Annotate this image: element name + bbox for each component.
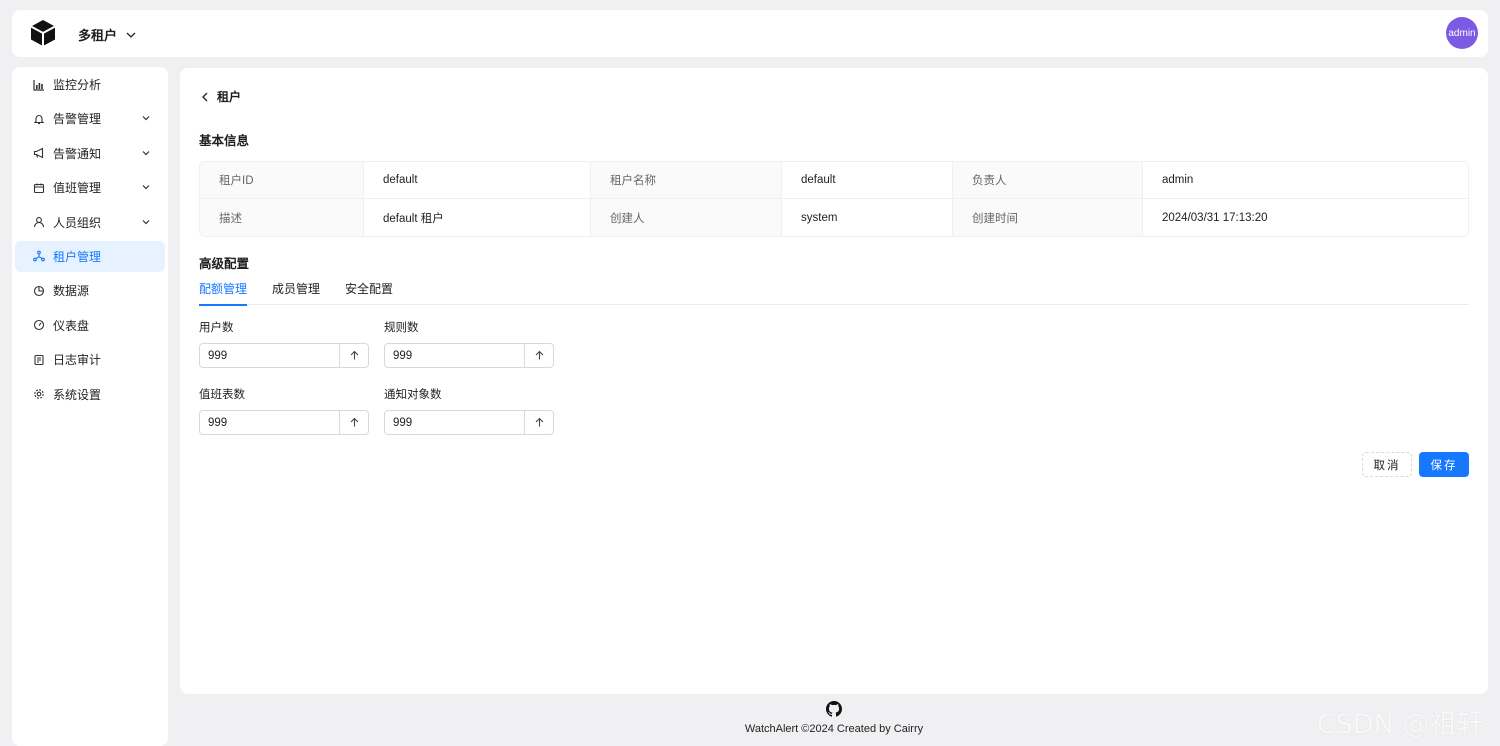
cluster-icon [32, 249, 46, 263]
rules-quota-field: 规则数 [384, 319, 554, 368]
arrow-up-icon [535, 417, 543, 427]
tab-quota[interactable]: 配额管理 [199, 280, 248, 306]
created-at-value: 2024/03/31 17:13:20 [1143, 199, 1468, 236]
chevron-down-icon [142, 150, 150, 156]
sidebar-item-audit[interactable]: 日志审计 [15, 344, 165, 375]
megaphone-icon [32, 146, 46, 160]
avatar[interactable]: admin [1446, 17, 1478, 49]
page-title: 租户 [217, 90, 242, 104]
tenant-id-label: 租户ID [200, 162, 364, 199]
users-quota-input[interactable] [200, 344, 339, 367]
sidebar-item-duty[interactable]: 值班管理 [15, 172, 165, 203]
owner-value: admin [1143, 162, 1468, 199]
chevron-down-icon [142, 116, 150, 121]
footer: WatchAlert ©2024 Created by Cairry [180, 698, 1488, 735]
table-row: 描述 default 租户 创建人 system 创建时间 2024/03/31… [200, 199, 1468, 236]
desc-value: default 租户 [364, 199, 591, 236]
rules-quota-input[interactable] [385, 344, 524, 367]
tenant-switch[interactable]: 多租户 [78, 25, 137, 44]
duty-quota-input-wrap [199, 410, 369, 435]
audit-icon [32, 353, 46, 367]
users-quota-label: 用户数 [199, 322, 234, 334]
dashboard-icon [32, 318, 46, 332]
creator-label: 创建人 [591, 199, 782, 236]
main-content: 租户 基本信息 租户ID default 租户名称 default 负责人 ad… [180, 68, 1488, 694]
table-row: 租户ID default 租户名称 default 负责人 admin [200, 162, 1468, 199]
sidebar-item-label: 仪表盘 [53, 318, 90, 333]
watermark: CSDN @祖轩. [1316, 709, 1492, 740]
increment-button[interactable] [339, 411, 368, 434]
basic-info-table: 租户ID default 租户名称 default 负责人 admin 描述 d… [199, 161, 1469, 237]
calendar-icon [32, 181, 46, 195]
sidebar-item-settings[interactable]: 系统设置 [15, 379, 165, 410]
rules-quota-input-wrap [384, 343, 554, 368]
arrow-up-icon [350, 350, 358, 360]
sidebar-item-label: 值班管理 [53, 181, 102, 196]
config-tabs: 配额管理 成员管理 安全配置 [199, 280, 1469, 306]
notice-quota-label: 通知对象数 [384, 389, 442, 401]
duty-quota-input[interactable] [200, 411, 339, 434]
chevron-down-icon [126, 32, 136, 38]
sidebar-item-label: 人员组织 [53, 215, 102, 230]
duty-quota-field: 值班表数 [199, 386, 369, 435]
increment-button[interactable] [524, 344, 553, 367]
tenant-switch-label: 多租户 [78, 28, 118, 43]
cancel-button[interactable]: 取消 [1362, 452, 1412, 477]
sidebar-item-label: 系统设置 [53, 387, 102, 402]
sidebar-item-tenants[interactable]: 租户管理 [15, 240, 165, 272]
sidebar-item-people[interactable]: 人员组织 [15, 207, 165, 238]
tenant-name-label: 租户名称 [591, 162, 782, 199]
footer-text: WatchAlert ©2024 Created by Cairry [744, 723, 924, 735]
chevron-left-icon [202, 92, 208, 101]
increment-button[interactable] [524, 411, 553, 434]
sidebar-item-notify[interactable]: 告警通知 [15, 138, 165, 169]
chevron-down-icon [142, 185, 150, 190]
sidebar-item-dashboard[interactable]: 仪表盘 [15, 310, 165, 341]
pie-icon [32, 284, 46, 298]
chart-icon [32, 78, 46, 92]
users-quota-field: 用户数 [199, 319, 369, 368]
sidebar-item-label: 告警管理 [53, 112, 102, 127]
advanced-config-title: 高级配置 [199, 257, 250, 271]
gear-icon [32, 387, 46, 401]
user-icon [32, 215, 46, 229]
arrow-up-icon [350, 417, 358, 427]
github-icon[interactable] [826, 701, 842, 717]
sidebar-item-label: 监控分析 [53, 78, 102, 92]
sidebar-item-datasource[interactable]: 数据源 [15, 275, 165, 306]
users-quota-input-wrap [199, 343, 369, 368]
cube-logo-icon[interactable] [28, 18, 58, 48]
sidebar-item-label: 租户管理 [53, 249, 102, 264]
save-button[interactable]: 保存 [1419, 452, 1469, 477]
sidebar-item-label: 告警通知 [53, 146, 102, 161]
bell-icon [32, 112, 46, 126]
duty-quota-label: 值班表数 [199, 389, 245, 401]
tab-members[interactable]: 成员管理 [272, 280, 320, 305]
tab-security[interactable]: 安全配置 [345, 280, 393, 305]
top-bar: 多租户 admin [12, 10, 1488, 57]
owner-label: 负责人 [953, 162, 1143, 199]
sidebar-item-alerts[interactable]: 告警管理 [15, 103, 165, 134]
chevron-down-icon [142, 219, 150, 224]
increment-button[interactable] [339, 344, 368, 367]
sidebar-item-label: 日志审计 [53, 353, 102, 368]
creator-value: system [782, 199, 953, 236]
sidebar-item-label: 数据源 [53, 284, 90, 299]
arrow-up-icon [535, 350, 543, 360]
basic-info-title: 基本信息 [199, 134, 250, 148]
notice-quota-input[interactable] [385, 411, 524, 434]
desc-label: 描述 [200, 199, 364, 236]
tenant-name-value: default [782, 162, 953, 199]
notice-quota-input-wrap [384, 410, 554, 435]
notice-quota-field: 通知对象数 [384, 386, 554, 435]
rules-quota-label: 规则数 [384, 322, 419, 334]
sidebar: 监控分析 告警管理 告警通知 值班管理 人员组织 租户管理 数据源 仪表盘 日志… [12, 67, 168, 746]
created-at-label: 创建时间 [953, 199, 1143, 236]
back-button[interactable]: 租户 [199, 88, 241, 105]
sidebar-item-monitor[interactable]: 监控分析 [15, 69, 165, 100]
tenant-id-value: default [364, 162, 591, 199]
